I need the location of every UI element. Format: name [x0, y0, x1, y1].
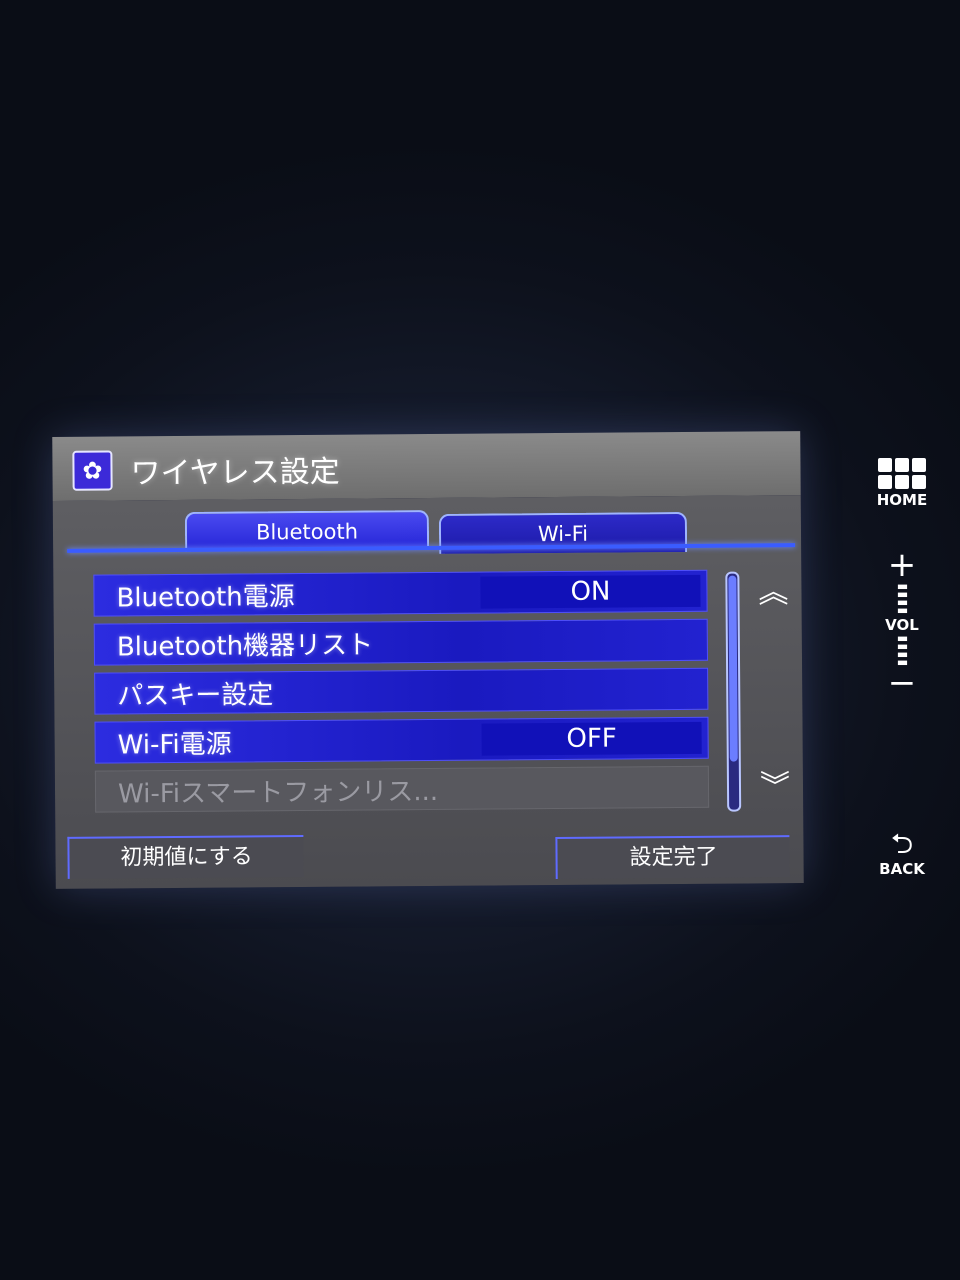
page-title: ワイヤレス設定: [130, 454, 340, 492]
back-arrow-icon: ⮌: [890, 827, 914, 860]
home-label: HOME: [876, 491, 928, 509]
title-bar: ✿ ワイヤレス設定: [52, 431, 801, 501]
back-button[interactable]: ⮌ BACK: [862, 827, 942, 879]
home-grid-icon: [862, 458, 942, 489]
home-button[interactable]: HOME: [862, 458, 942, 509]
list-item-passkey[interactable]: パスキー設定: [94, 667, 709, 715]
list-item-wifi-power[interactable]: Wi-Fi電源 OFF: [94, 716, 709, 764]
list-item-wifi-smartphone-list: Wi-Fiスマートフォンリス...: [94, 765, 710, 813]
reset-defaults-button[interactable]: 初期値にする: [67, 834, 304, 879]
volume-bars-icon: ▬ ▬ ▬ ▬: [896, 579, 908, 617]
list-item-label: Bluetooth電源: [116, 582, 295, 614]
list-item-label: パスキー設定: [117, 680, 274, 712]
list-item-bluetooth-power[interactable]: Bluetooth電源 ON: [93, 569, 708, 617]
list-item-label: Bluetooth機器リスト: [116, 630, 374, 663]
scroll-down-icon[interactable]: ︾: [755, 767, 795, 807]
volume-up-icon[interactable]: +: [862, 548, 942, 582]
scrollbar-thumb[interactable]: [728, 575, 738, 762]
gear-icon: ✿: [72, 450, 113, 491]
list-item-label: Wi-Fi電源: [117, 729, 232, 761]
volume-control: + ▬ ▬ ▬ ▬ VOL ▬ ▬ ▬ ▬ −: [862, 548, 942, 700]
volume-down-icon[interactable]: −: [862, 666, 942, 700]
scroll-up-icon[interactable]: ︽: [753, 573, 793, 613]
infotainment-screen: ✿ ワイヤレス設定 Bluetooth Wi-Fi Bluetooth電源 ON…: [52, 431, 804, 889]
wifi-power-value: OFF: [481, 721, 702, 756]
list-item-bluetooth-device-list[interactable]: Bluetooth機器リスト: [93, 618, 709, 666]
settings-done-button[interactable]: 設定完了: [555, 835, 790, 880]
list-item-label: Wi-Fiスマートフォンリス...: [117, 776, 439, 810]
back-label: BACK: [879, 860, 925, 878]
scrollbar[interactable]: [725, 571, 742, 812]
volume-bars-icon: ▬ ▬ ▬ ▬: [896, 631, 908, 669]
bluetooth-power-value: ON: [480, 574, 701, 609]
settings-list: Bluetooth電源 ON Bluetooth機器リスト パスキー設定 Wi-…: [93, 569, 710, 820]
